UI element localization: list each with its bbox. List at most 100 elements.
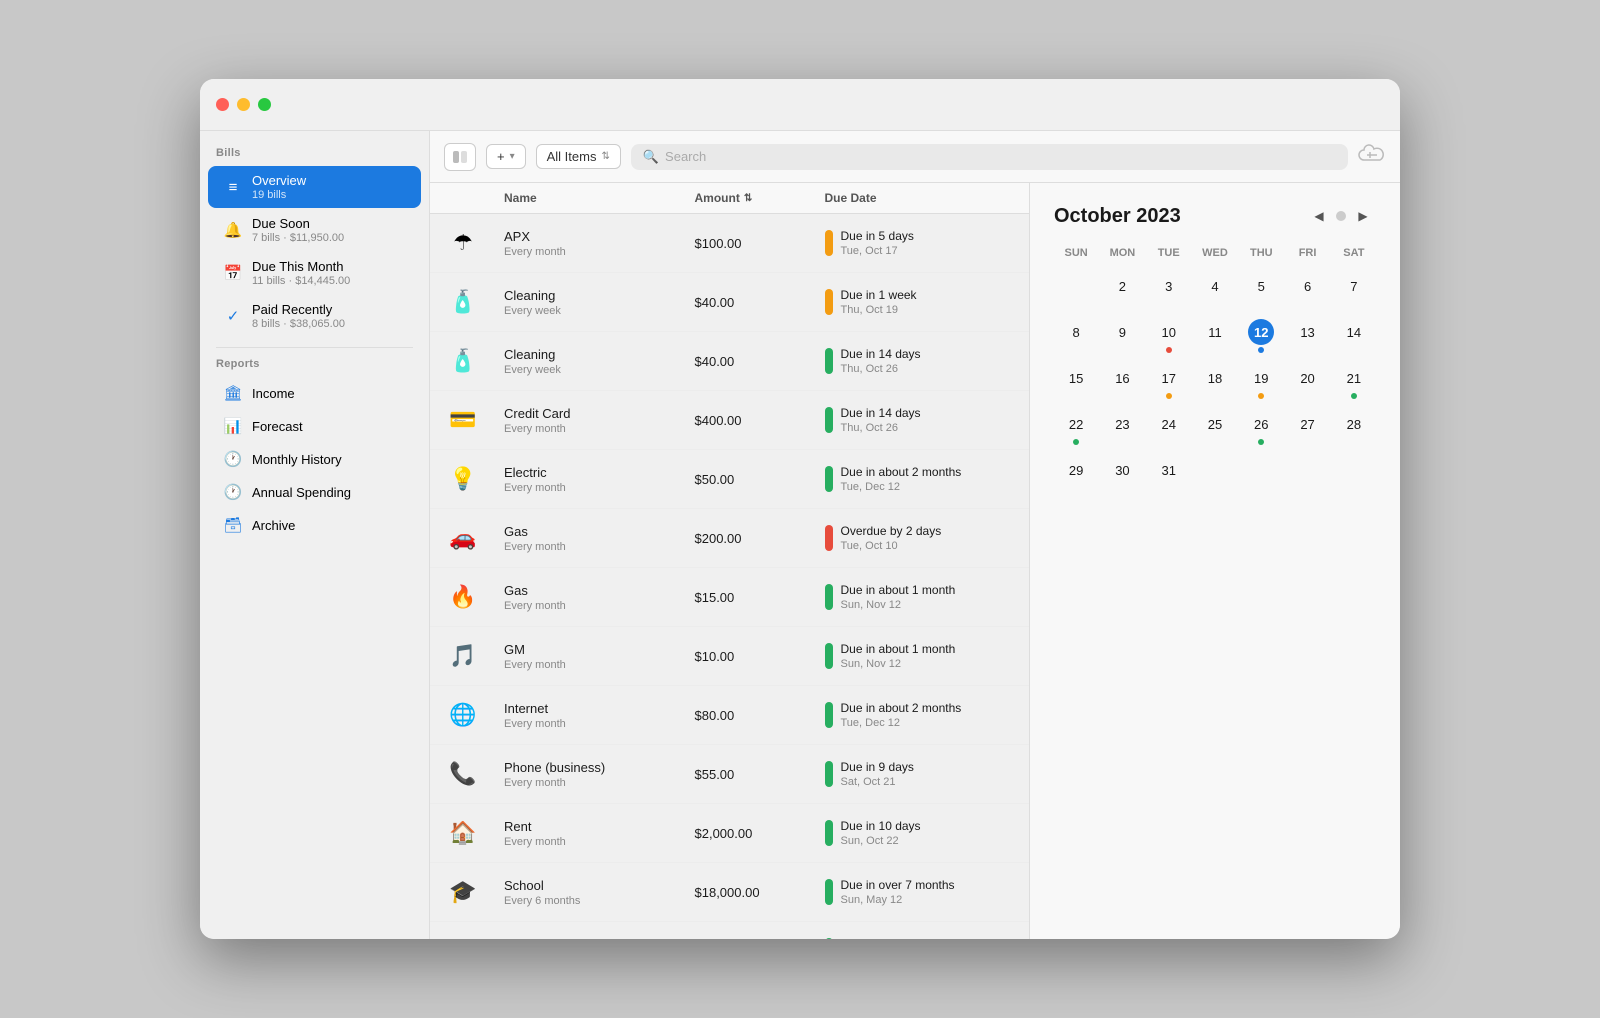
calendar-cell[interactable]: 17 [1147, 361, 1191, 405]
search-bar[interactable]: 🔍 Search [631, 144, 1348, 170]
due-indicator [825, 289, 833, 315]
bill-name: Cleaning [504, 288, 695, 303]
table-row[interactable]: ☂ APX Every month $100.00 Due in 5 days … [430, 214, 1029, 273]
due-status: Due in about 1 month [841, 642, 956, 656]
sidebar-item-paid-recently[interactable]: ✓ Paid Recently 8 bills · $38,065.00 [208, 295, 421, 337]
sidebar-item-forecast[interactable]: 📊 Forecast [208, 410, 421, 442]
calendar-prev-button[interactable]: ◀ [1306, 203, 1332, 229]
calendar-cell[interactable]: 23 [1100, 407, 1144, 451]
bill-icon: 🚗 [444, 519, 482, 557]
calendar-cell[interactable]: 19 [1239, 361, 1283, 405]
calendar-day-number: 17 [1156, 365, 1182, 391]
bill-icon: 💳 [444, 401, 482, 439]
calendar-cell[interactable]: 24 [1147, 407, 1191, 451]
calendar-cell[interactable]: 11 [1193, 315, 1237, 359]
calendar-cell[interactable]: 22 [1054, 407, 1098, 451]
calendar-day-number: 23 [1109, 411, 1135, 437]
table-row[interactable]: 🎵 GM Every month $10.00 Due in about 1 m… [430, 627, 1029, 686]
calendar-day-number: 7 [1341, 273, 1367, 299]
calendar-cell[interactable]: 21 [1332, 361, 1376, 405]
table-row[interactable]: 🔥 Gas Every month $15.00 Due in about 1 … [430, 568, 1029, 627]
calendar-cell[interactable]: 27 [1285, 407, 1329, 451]
calendar-next-button[interactable]: ▶ [1350, 203, 1376, 229]
calendar-cell[interactable]: 28 [1332, 407, 1376, 451]
calendar-event-dot [1258, 439, 1264, 445]
table-row[interactable]: 🌐 Internet Every month $80.00 Due in abo… [430, 686, 1029, 745]
calendar-cell[interactable]: 16 [1100, 361, 1144, 405]
due-indicator [825, 466, 833, 492]
paid-recently-sub: 8 bills · $38,065.00 [252, 318, 405, 330]
bills-section-label: Bills [200, 147, 429, 165]
calendar-cell[interactable]: 20 [1285, 361, 1329, 405]
reports-section-label: Reports [200, 358, 429, 376]
calendar-cell[interactable]: 18 [1193, 361, 1237, 405]
bill-freq: Every month [504, 600, 695, 612]
bill-due: Due in about 2 months Tue, Dec 12 [825, 465, 1016, 493]
bill-due: Due in about 1 month Sun, Nov 12 [825, 583, 1016, 611]
calendar-cell[interactable]: 7 [1332, 269, 1376, 313]
calendar-day-header: THU [1239, 247, 1283, 267]
due-this-month-icon: 📅 [224, 264, 242, 282]
minimize-button[interactable] [237, 98, 250, 111]
due-status: Due in 9 days [841, 760, 914, 774]
add-icon: + [497, 149, 505, 164]
due-indicator [825, 584, 833, 610]
archive-icon: 🗃 [224, 516, 242, 534]
sidebar-item-archive[interactable]: 🗃 Archive [208, 509, 421, 541]
calendar-cell[interactable]: 30 [1100, 453, 1144, 497]
sidebar-item-monthly-history[interactable]: 🕐 Monthly History [208, 443, 421, 475]
calendar-dot-nav[interactable] [1336, 211, 1346, 221]
sidebar-item-due-soon[interactable]: 🔔 Due Soon 7 bills · $11,950.00 [208, 209, 421, 251]
table-row[interactable]: 🧴 Cleaning Every week $40.00 Due in 14 d… [430, 332, 1029, 391]
calendar-day-number: 24 [1156, 411, 1182, 437]
calendar-title: October 2023 [1054, 205, 1306, 228]
bills-scroll[interactable]: ☂ APX Every month $100.00 Due in 5 days … [430, 214, 1029, 939]
due-date: Thu, Oct 19 [841, 304, 917, 316]
due-status: Due in 14 days [841, 406, 921, 420]
calendar-cell[interactable]: 12 [1239, 315, 1283, 359]
table-row[interactable]: 🏠 Rent Every month $2,000.00 Due in 10 d… [430, 804, 1029, 863]
table-row[interactable]: 🎓 School Every 6 months $18,000.00 Due i… [430, 863, 1029, 922]
calendar-cell[interactable]: 25 [1193, 407, 1237, 451]
calendar-cell[interactable]: 14 [1332, 315, 1376, 359]
calendar-cell[interactable]: 5 [1239, 269, 1283, 313]
calendar-cell[interactable]: 15 [1054, 361, 1098, 405]
calendar-cell[interactable]: 29 [1054, 453, 1098, 497]
sidebar-item-income[interactable]: 🏛 Income [208, 377, 421, 409]
calendar-cell[interactable]: 8 [1054, 315, 1098, 359]
calendar-cell[interactable]: 4 [1193, 269, 1237, 313]
calendar-cell[interactable]: 26 [1239, 407, 1283, 451]
maximize-button[interactable] [258, 98, 271, 111]
bill-amount: $100.00 [695, 236, 825, 251]
bill-amount: $400.00 [695, 413, 825, 428]
calendar-cell[interactable]: 2 [1100, 269, 1144, 313]
table-row[interactable]: 🚗 Gas Every month $200.00 Overdue by 2 d… [430, 509, 1029, 568]
bill-name: GM [504, 642, 695, 657]
bill-name: Electric [504, 465, 695, 480]
bill-amount: $200.00 [695, 531, 825, 546]
due-indicator [825, 820, 833, 846]
calendar-cell[interactable]: 10 [1147, 315, 1191, 359]
table-row[interactable]: 🧴 Cleaning Every week $40.00 Due in 1 we… [430, 273, 1029, 332]
overview-label: Overview [252, 173, 405, 188]
calendar-cell[interactable]: 13 [1285, 315, 1329, 359]
filter-button[interactable]: All Items ⇅ [536, 144, 621, 169]
table-row[interactable]: 💡 Electric Every month $50.00 Due in abo… [430, 450, 1029, 509]
due-status: Due in over 7 months [841, 878, 955, 892]
sidebar-toggle-button[interactable] [444, 143, 476, 171]
close-button[interactable] [216, 98, 229, 111]
calendar-cell[interactable]: 6 [1285, 269, 1329, 313]
calendar-cell[interactable]: 3 [1147, 269, 1191, 313]
sidebar-item-annual-spending[interactable]: 🕐 Annual Spending [208, 476, 421, 508]
sidebar-item-due-this-month[interactable]: 📅 Due This Month 11 bills · $14,445.00 [208, 252, 421, 294]
bill-freq: Every month [504, 541, 695, 553]
table-row[interactable]: 💳 Credit Card Every month $400.00 Due in… [430, 391, 1029, 450]
due-status: Due in 10 days [841, 819, 921, 833]
calendar-cell[interactable]: 31 [1147, 453, 1191, 497]
table-row[interactable]: 🗑 Trash Every month $30.00 Due in about … [430, 922, 1029, 939]
table-row[interactable]: 📞 Phone (business) Every month $55.00 Du… [430, 745, 1029, 804]
sidebar-item-overview[interactable]: ≡ Overview 19 bills [208, 166, 421, 208]
add-button[interactable]: + ▾ [486, 144, 526, 169]
calendar-cell[interactable]: 9 [1100, 315, 1144, 359]
calendar-day-number: 2 [1109, 273, 1135, 299]
